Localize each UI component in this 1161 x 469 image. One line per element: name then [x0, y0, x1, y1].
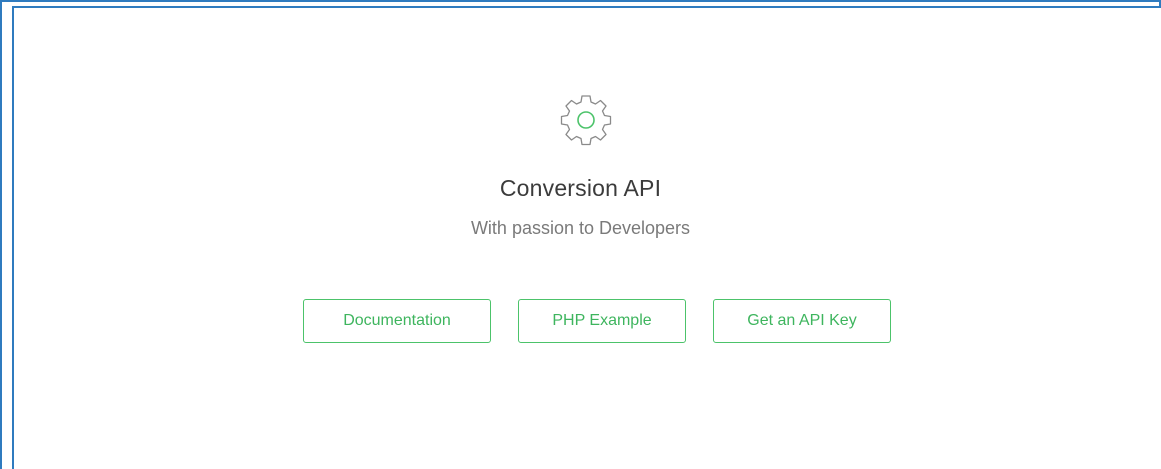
- php-example-button[interactable]: PHP Example: [518, 299, 686, 343]
- documentation-button[interactable]: Documentation: [303, 299, 491, 343]
- get-api-key-button[interactable]: Get an API Key: [713, 299, 891, 343]
- gear-icon: [560, 95, 612, 146]
- page-title: Conversion API: [499, 175, 662, 201]
- page-subtitle: With passion to Developers: [470, 218, 691, 238]
